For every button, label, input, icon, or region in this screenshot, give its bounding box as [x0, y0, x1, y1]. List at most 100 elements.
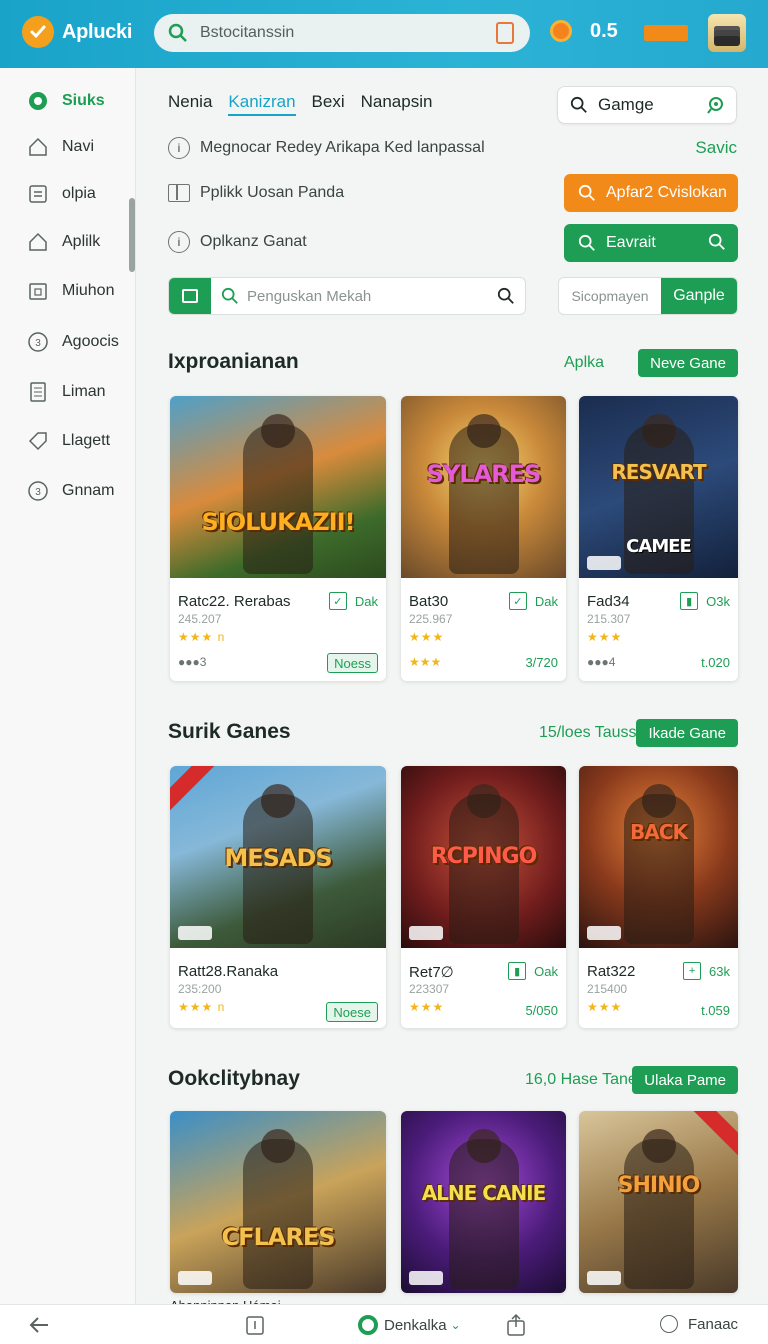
info-row-3[interactable]: i Oplkanz Ganat [168, 231, 307, 253]
game-card[interactable]: SHINIO [579, 1111, 738, 1293]
sidebar-item-liman[interactable]: Liman [26, 377, 106, 407]
tab-nanapsin[interactable]: Nanapsin [361, 92, 433, 116]
bottom-nav-center[interactable]: Denkalka ⌄ [358, 1315, 461, 1335]
search-icon [708, 233, 725, 250]
card-number: 5/050 [525, 1003, 558, 1018]
chevron-down-icon: ⌄ [450, 1318, 461, 1332]
split-button: Sicopmayen Ganple [558, 277, 738, 315]
card-title: Ratc22. Rerabas [178, 593, 291, 610]
info-row-1[interactable]: i Megnocar Redey Arikapa Ked lanpassal [168, 137, 485, 159]
ribbon-badge [690, 1111, 738, 1158]
game-search-input[interactable]: Gamge [557, 86, 737, 124]
game-art: SHINIO [579, 1111, 738, 1293]
back-arrow-icon[interactable] [28, 1315, 50, 1335]
game-card[interactable]: SYLARES Bat30 225.967 ★★★ ★★★ ✓ Dak 3/720 [401, 396, 566, 681]
game-art-title: SYLARES [426, 460, 542, 488]
filter-icon[interactable] [169, 278, 211, 314]
card-status[interactable]: ✓ Dak [508, 592, 558, 610]
game-art-title: ALNE CANIE [421, 1181, 547, 1205]
sidebar-item-label: Siuks [62, 92, 105, 109]
game-card[interactable]: SIOLUKAZII! Ratc22. Rerabas 245.207 ★★★ … [170, 396, 386, 681]
sidebar-item-llagett[interactable]: Llagett [26, 426, 110, 456]
game-card[interactable]: MESADS Ratt28.Ranaka 235:200 ★★★ n Noese [170, 766, 386, 1028]
split-left-button[interactable]: Sicopmayen [559, 278, 661, 314]
section-meta[interactable]: 16,0 Hase Tanen [525, 1071, 646, 1089]
game-card[interactable]: RCPINGO Ret7∅ 223307 ★★★ ▮ Oak 5/050 [401, 766, 566, 1028]
app-logo[interactable]: Aplucki [22, 16, 132, 48]
sidebar-item-gnnam[interactable]: 3 Gnnam [26, 476, 114, 506]
compass-icon [26, 89, 50, 113]
game-card[interactable]: ALNE CANIE [401, 1111, 566, 1293]
search-icon [570, 96, 587, 113]
coin-icon: 3 [26, 479, 50, 503]
character-figure [243, 424, 313, 574]
top-header: Aplucki Bstocitanssin 0.5 [0, 0, 768, 68]
game-art: ALNE CANIE [401, 1111, 566, 1293]
sidebar-item-agoocis[interactable]: 3 Agoocis [26, 327, 119, 357]
bottom-nav-right-label: Fanaac [688, 1315, 739, 1333]
search-icon[interactable] [497, 287, 515, 305]
split-right-button[interactable]: Ganple [661, 278, 737, 314]
info-row-text: Pplikk Uosan Panda [200, 184, 345, 201]
section-meta[interactable]: 15/loes Tauss [539, 724, 637, 742]
document-icon [26, 380, 50, 404]
card-status[interactable]: +63k [683, 962, 730, 980]
game-art-subtitle: CAMEE [626, 536, 692, 557]
platform-tag [409, 1271, 443, 1285]
section-button[interactable]: Neve Gane [638, 349, 738, 377]
character-figure [448, 424, 519, 574]
game-art: SYLARES [401, 396, 566, 578]
platform-tag [587, 556, 621, 570]
card-subtitle: 235:200 [178, 982, 222, 996]
section-button[interactable]: Ikade Gane [636, 719, 738, 747]
green-action-button[interactable]: Eavrait [564, 224, 738, 262]
sidebar-item-olpia[interactable]: olpia [26, 179, 96, 209]
coin-score: 0.5 [590, 20, 618, 42]
treasure-chest-icon[interactable] [708, 14, 746, 52]
bottom-nav-right[interactable]: Fanaac [660, 1315, 738, 1333]
sidebar-item-siuks[interactable]: Siuks [26, 86, 105, 116]
share-icon[interactable] [496, 22, 514, 44]
search-icon [168, 23, 187, 42]
sidebar-item-aplilk[interactable]: Aplilk [26, 227, 100, 257]
card-status[interactable]: ▮ O3k [680, 592, 730, 610]
game-art: RESVART CAMEE [579, 396, 738, 578]
home-icon [26, 230, 50, 254]
platform-tag [178, 926, 212, 940]
long-search-input[interactable]: Penguskan Mekah [168, 277, 526, 315]
game-card[interactable]: BACK Rat322 215400 ★★★ +63k t.059 [579, 766, 738, 1028]
check-icon: ▮ [680, 592, 699, 610]
info-row-2[interactable]: Pplikk Uosan Panda [168, 184, 344, 202]
sidebar-item-miuhon[interactable]: Miuhon [26, 276, 114, 306]
game-card[interactable]: CFLARES [170, 1111, 386, 1293]
currency-badge[interactable] [644, 25, 688, 41]
sidebar-item-label: Aplilk [62, 233, 101, 250]
tab-bexi[interactable]: Bexi [312, 92, 345, 116]
game-art: SIOLUKAZII! [170, 396, 386, 578]
card-title: Rat322 [587, 963, 636, 980]
svg-text:3: 3 [35, 338, 41, 349]
share-icon[interactable] [506, 1313, 526, 1337]
bottom-navigation-bar: Denkalka ⌄ Fanaac [0, 1304, 768, 1344]
card-rating: ★★★ n [178, 1000, 226, 1014]
search-go-icon[interactable] [706, 95, 726, 115]
sidebar-scrollbar[interactable] [129, 198, 135, 272]
card-status[interactable]: ▮ Oak [508, 962, 558, 980]
card-status[interactable]: ✓ Dak [328, 592, 378, 610]
game-art-title: RESVART [611, 460, 706, 484]
orange-action-button[interactable]: Apfar2 Cvislokan [564, 174, 738, 212]
tab-kanizran[interactable]: Kanizran [228, 92, 296, 116]
list-icon [26, 182, 50, 206]
header-search-bar[interactable]: Bstocitanssin [154, 14, 530, 52]
game-art-title: SIOLUKAZII! [201, 508, 356, 536]
section-meta[interactable]: Aplka [564, 354, 604, 372]
savic-link[interactable]: Savic [695, 138, 737, 158]
card-rating: ★★★ [587, 630, 623, 644]
tab-nenia[interactable]: Nenia [168, 92, 212, 116]
sidebar-item-navi[interactable]: Navi [26, 132, 94, 162]
card-pill[interactable]: Noese [326, 1002, 378, 1022]
game-card[interactable]: RESVART CAMEE Fad34 215.307 ★★★ ●●●4 ▮ O3… [579, 396, 738, 681]
clipboard-icon[interactable] [245, 1314, 265, 1336]
card-pill[interactable]: Noess [327, 653, 378, 673]
section-button[interactable]: Ulaka Pame [632, 1066, 738, 1094]
